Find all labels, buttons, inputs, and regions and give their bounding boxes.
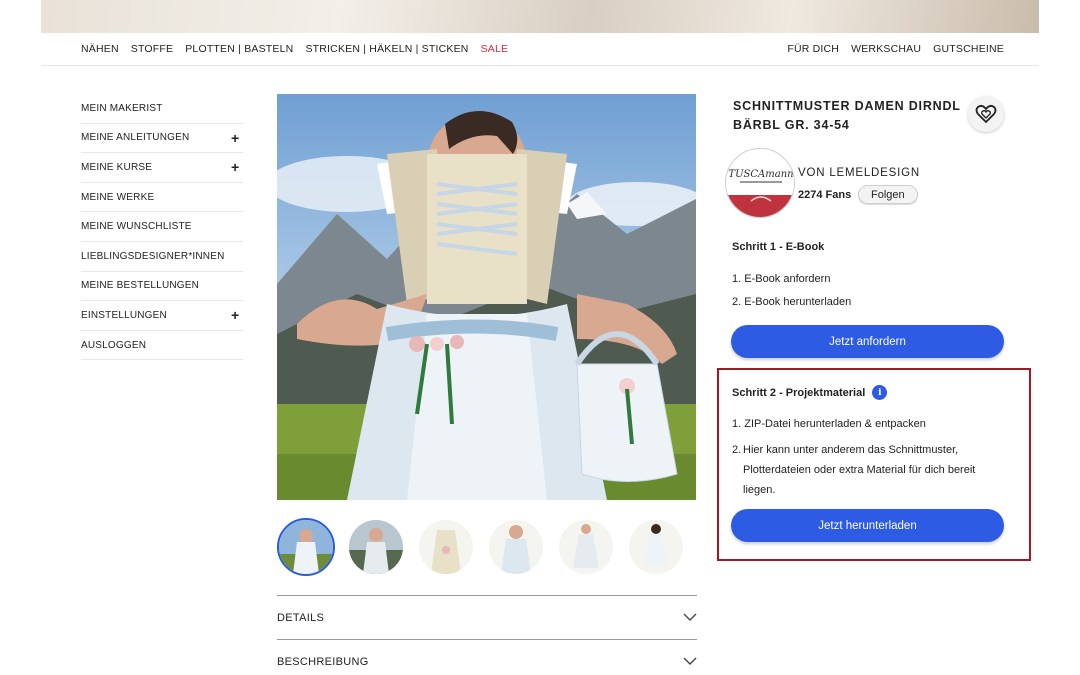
step1-item-1: 1. E-Book anfordern: [732, 273, 831, 285]
sidebar-item-label: MEINE ANLEITUNGEN: [81, 132, 190, 144]
thumbnail-6[interactable]: [627, 518, 685, 576]
top-banner-image: [41, 0, 1039, 33]
fan-count: 2274 Fans: [798, 189, 852, 201]
step2-item-2-number: 2.: [732, 444, 742, 456]
nav-gutscheine[interactable]: GUTSCHEINE: [933, 43, 1004, 55]
designer-avatar[interactable]: TUSCAmann: [725, 148, 795, 218]
nav-stoffe[interactable]: STOFFE: [131, 43, 173, 55]
main-navigation: NÄHEN STOFFE PLOTTEN | BASTELN STRICKEN …: [41, 33, 1039, 66]
nav-secondary: FÜR DICH WERKSCHAU GUTSCHEINE: [787, 43, 1004, 55]
sidebar-item-label: MEINE KURSE: [81, 161, 153, 173]
nav-stricken-haekeln-sticken[interactable]: STRICKEN | HÄKELN | STICKEN: [305, 43, 468, 55]
sidebar-item-meine-wunschliste[interactable]: MEINE WUNSCHLISTE: [81, 212, 243, 242]
step2-title-label: Schritt 2 - Projektmaterial: [732, 386, 866, 399]
request-ebook-button[interactable]: Jetzt anfordern: [731, 325, 1004, 358]
chevron-down-icon: [683, 657, 697, 665]
account-sidebar: MEIN MAKERIST MEINE ANLEITUNGEN + MEINE K…: [81, 94, 243, 361]
nav-fuer-dich[interactable]: FÜR DICH: [787, 43, 839, 55]
nav-categories: NÄHEN STOFFE PLOTTEN | BASTELN STRICKEN …: [81, 43, 508, 55]
info-icon[interactable]: i: [872, 385, 888, 400]
accordion-description-label: BESCHREIBUNG: [277, 655, 369, 668]
designer-logo-text: TUSCAmann: [728, 169, 793, 180]
product-main-image[interactable]: [277, 94, 696, 500]
sidebar-item-label: MEINE WUNSCHLISTE: [81, 221, 192, 233]
thumbnail-image: [419, 520, 473, 574]
step1-item-2: 2. E-Book herunterladen: [732, 296, 852, 308]
sidebar-item-einstellungen[interactable]: EINSTELLUNGEN +: [81, 301, 243, 331]
accordion-details[interactable]: DETAILS: [277, 595, 697, 639]
sidebar-item-mein-makerist[interactable]: MEIN MAKERIST: [81, 94, 243, 124]
expand-plus-icon[interactable]: +: [231, 130, 243, 146]
nav-sale[interactable]: SALE: [481, 43, 509, 55]
product-title: SCHNITTMUSTER DAMEN DIRNDL BÄRBL GR. 34-…: [733, 99, 961, 132]
designer-logo: TUSCAmann: [726, 149, 794, 217]
accordion-details-label: DETAILS: [277, 611, 325, 624]
thumbnail-3[interactable]: [417, 518, 475, 576]
download-material-button[interactable]: Jetzt herunterladen: [731, 509, 1004, 542]
sidebar-item-label: EINSTELLUNGEN: [81, 309, 167, 321]
sidebar-item-meine-werke[interactable]: MEINE WERKE: [81, 183, 243, 213]
thumbnail-1[interactable]: [277, 518, 335, 576]
sidebar-item-meine-kurse[interactable]: MEINE KURSE +: [81, 153, 243, 183]
sidebar-item-label: AUSLOGGEN: [81, 339, 147, 351]
dirndl-photo: [277, 94, 696, 500]
sidebar-item-label: MEIN MAKERIST: [81, 102, 163, 114]
thumbnail-gallery: [277, 518, 697, 576]
wishlist-button[interactable]: [968, 96, 1004, 132]
thumbnail-2[interactable]: [347, 518, 405, 576]
thumbnail-image: [559, 520, 613, 574]
step2-item-2: 2. Hier kann unter anderem das Schnittmu…: [732, 440, 1002, 500]
designer-name[interactable]: VON LEMELDESIGN: [798, 167, 920, 179]
step2-item-1: 1. ZIP-Datei herunterladen & entpacken: [732, 418, 926, 430]
sidebar-item-label: MEINE WERKE: [81, 191, 155, 203]
thumbnail-4[interactable]: [487, 518, 545, 576]
expand-plus-icon[interactable]: +: [231, 159, 243, 175]
step2-title: Schritt 2 - Projektmaterial i: [732, 385, 888, 400]
thumbnail-image: [489, 520, 543, 574]
sidebar-item-meine-anleitungen[interactable]: MEINE ANLEITUNGEN +: [81, 124, 243, 154]
thumbnail-5[interactable]: [557, 518, 615, 576]
sidebar-item-ausloggen[interactable]: AUSLOGGEN: [81, 331, 243, 361]
thumbnail-image: [349, 520, 403, 574]
sidebar-item-label: LIEBLINGSDESIGNER*INNEN: [81, 250, 225, 262]
nav-naehen[interactable]: NÄHEN: [81, 43, 119, 55]
thumbnail-image: [279, 520, 333, 574]
heart-icon: [975, 104, 997, 124]
nav-plotten-basteln[interactable]: PLOTTEN | BASTELN: [185, 43, 293, 55]
thumbnail-image: [629, 520, 683, 574]
follow-button[interactable]: Folgen: [858, 185, 918, 204]
nav-werkschau[interactable]: WERKSCHAU: [851, 43, 921, 55]
sidebar-item-label: MEINE BESTELLUNGEN: [81, 280, 200, 292]
expand-plus-icon[interactable]: +: [231, 307, 243, 323]
step2-item-2-text: Hier kann unter anderem das Schnittmuste…: [743, 444, 976, 496]
sidebar-item-meine-bestellungen[interactable]: MEINE BESTELLUNGEN: [81, 272, 243, 302]
step1-title: Schritt 1 - E-Book: [732, 241, 825, 253]
accordion-description[interactable]: BESCHREIBUNG: [277, 639, 697, 675]
sidebar-item-lieblingsdesigner[interactable]: LIEBLINGSDESIGNER*INNEN: [81, 242, 243, 272]
chevron-down-icon: [683, 613, 697, 621]
